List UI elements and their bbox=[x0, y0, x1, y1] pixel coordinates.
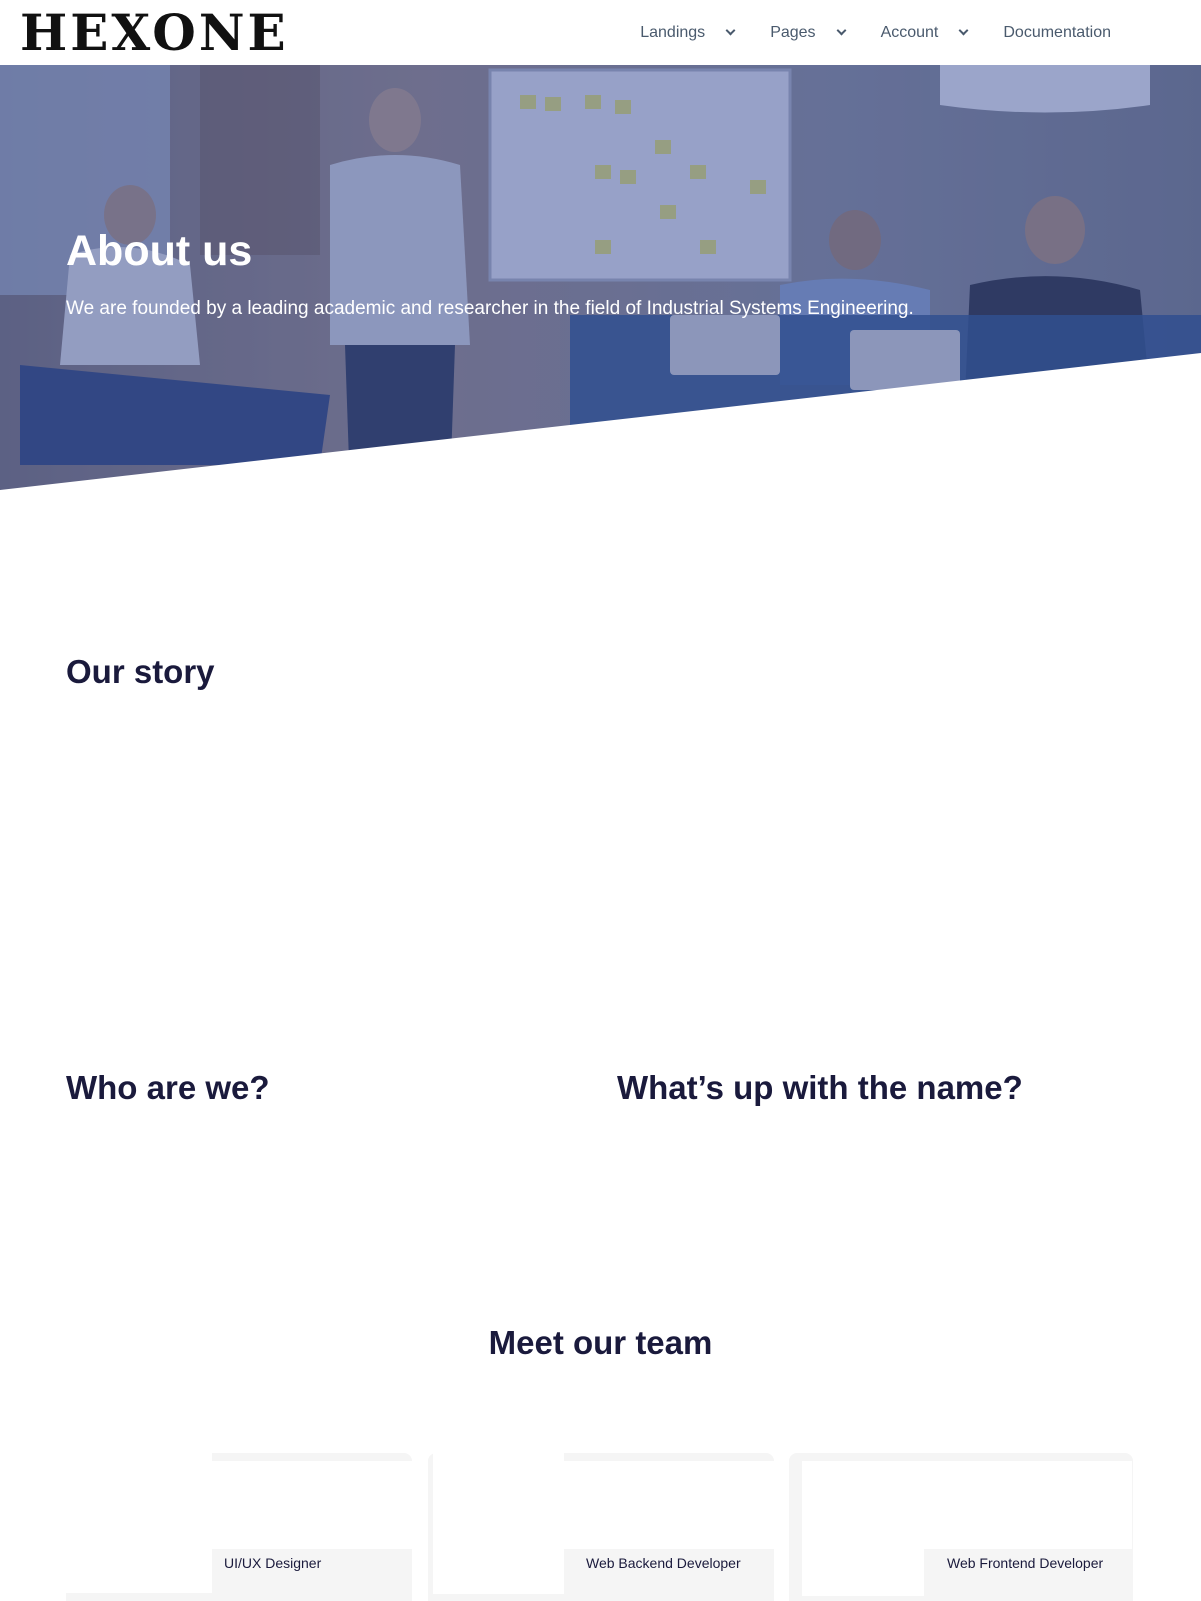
page-title: About us bbox=[66, 227, 253, 275]
nav-label: Account bbox=[880, 23, 939, 41]
team-role: UI/UX Designer bbox=[224, 1555, 322, 1571]
team-photo-placeholder bbox=[802, 1461, 924, 1596]
chevron-down-icon bbox=[725, 25, 736, 35]
main-nav: Landings Pages Account Documentation bbox=[604, 0, 1111, 65]
hero-banner: About us We are founded by a leading aca… bbox=[0, 65, 1201, 490]
site-header: HEXONE Landings Pages Account Documentat… bbox=[0, 0, 1201, 65]
chevron-down-icon bbox=[836, 25, 847, 35]
team-name-area bbox=[212, 1461, 412, 1549]
nav-item-pages[interactable]: Pages bbox=[770, 23, 847, 42]
nav-label: Landings bbox=[640, 23, 706, 41]
chevron-down-icon bbox=[958, 25, 969, 35]
nav-label: Pages bbox=[770, 23, 816, 41]
nav-label: Documentation bbox=[1003, 23, 1111, 41]
team-role: Web Backend Developer bbox=[586, 1555, 741, 1571]
hero-background-image bbox=[0, 65, 1201, 490]
nav-item-landings[interactable]: Landings bbox=[640, 23, 736, 42]
section-title-name: What’s up with the name? bbox=[617, 1069, 1023, 1106]
nav-item-documentation[interactable]: Documentation bbox=[1003, 24, 1111, 42]
hero-subtitle: We are founded by a leading academic and… bbox=[66, 298, 914, 319]
section-title-who-are-we: Who are we? bbox=[66, 1069, 270, 1106]
section-title-team: Meet our team bbox=[488, 1324, 713, 1361]
team-photo-placeholder bbox=[433, 1453, 564, 1594]
team-name-area bbox=[564, 1461, 774, 1549]
logo[interactable]: HEXONE bbox=[20, 8, 289, 58]
section-title-our-story: Our story bbox=[66, 653, 215, 690]
team-photo-placeholder bbox=[66, 1453, 212, 1593]
team-role: Web Frontend Developer bbox=[947, 1555, 1104, 1571]
nav-item-account[interactable]: Account bbox=[880, 23, 969, 42]
team-name-area bbox=[924, 1461, 1132, 1549]
